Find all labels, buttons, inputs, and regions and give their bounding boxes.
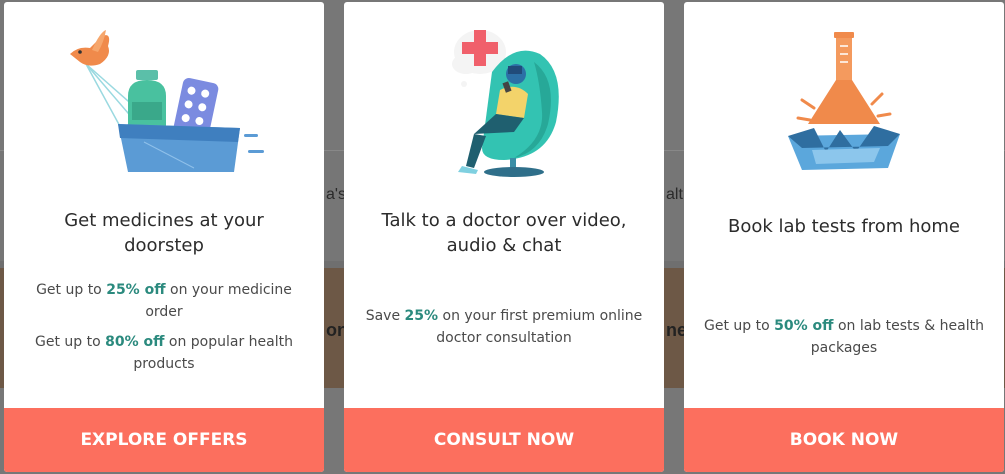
offer-line: Get up to 50% off on lab tests & health … [704,315,984,359]
offer-line: Get up to 25% off on your medicine order [24,279,304,323]
offer-text: on your first premium online doctor cons… [436,308,643,346]
offer-line: Get up to 80% off on popular health prod… [24,331,304,375]
offer-text: Get up to [704,318,775,334]
offer-text: on your medicine order [145,282,292,320]
lab-tests-card: Book lab tests from home Get up to 50% o… [684,2,1004,472]
doctor-consult-card: Talk to a doctor over video, audio & cha… [344,2,664,472]
offer-discount: 80% off [105,334,165,350]
consult-now-button[interactable]: CONSULT NOW [344,408,664,472]
background-text-fragment: a's [326,186,346,203]
medicine-basket-bird-icon [70,30,264,172]
offer-discount: 25% [404,308,439,324]
offer-discount: 50% off [774,318,834,334]
offer-discount: 25% off [106,282,166,298]
card-title: Book lab tests from home [727,216,960,237]
book-now-button[interactable]: BOOK NOW [684,408,1004,472]
offer-text: Get up to [36,282,107,298]
lab-flask-icon [788,32,900,170]
offer-text: Get up to [34,334,106,350]
patient-chair-phone-icon [452,30,559,177]
offer-line: Save 25% on your first premium online do… [364,305,644,349]
explore-offers-button[interactable]: EXPLORE OFFERS [4,408,324,472]
offer-text: Save [365,308,405,324]
card-title: Get medicines at your doorstep [64,210,264,256]
background-text-fragment: alt [666,186,683,203]
card-title: Talk to a doctor over video, audio & cha… [381,210,627,256]
medicines-card: Get medicines at your doorstep Get up to… [4,2,324,472]
offer-text: on lab tests & health packages [810,318,984,356]
